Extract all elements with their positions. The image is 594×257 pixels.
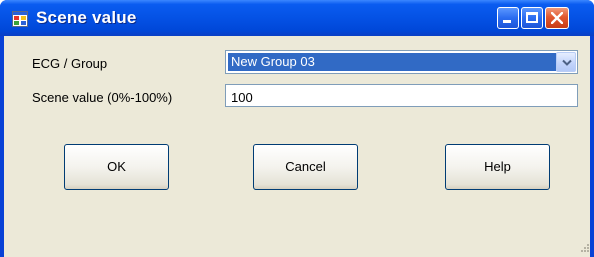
group-dropdown[interactable]: New Group 03 <box>225 50 578 74</box>
dropdown-button[interactable] <box>556 52 576 72</box>
minimize-icon <box>503 20 511 23</box>
help-button[interactable]: Help <box>445 144 550 190</box>
close-icon <box>551 12 563 24</box>
window-title: Scene value <box>36 8 137 27</box>
ok-button[interactable]: OK <box>64 144 169 190</box>
scene-value-input[interactable] <box>225 84 578 107</box>
close-button[interactable] <box>545 7 569 29</box>
resize-grip-icon[interactable] <box>578 241 590 253</box>
cancel-button[interactable]: Cancel <box>253 144 358 190</box>
app-window-icon[interactable] <box>12 11 28 27</box>
group-selected-value[interactable]: New Group 03 <box>228 53 556 71</box>
title-bar[interactable]: Scene value <box>0 0 594 36</box>
group-label: ECG / Group <box>32 56 108 71</box>
maximize-icon <box>526 12 538 23</box>
minimize-button[interactable] <box>497 7 519 29</box>
scene-value-label: Scene value (0%-100%) <box>32 90 173 105</box>
chevron-down-icon <box>562 59 572 66</box>
maximize-button[interactable] <box>521 7 543 29</box>
